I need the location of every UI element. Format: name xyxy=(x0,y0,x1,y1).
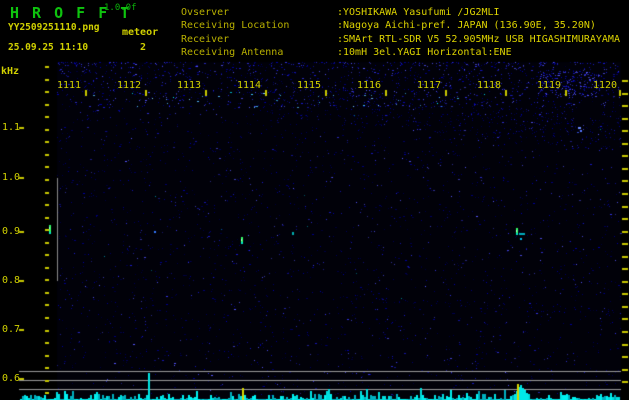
station-info-value: :Nagoya Aichi-pref. JAPAN (136.90E, 35.2… xyxy=(337,20,596,32)
station-info-label: Receiving Antenna xyxy=(181,46,284,58)
x-tick-label: 1120 xyxy=(593,80,618,91)
x-tick-label: 1117 xyxy=(417,80,442,91)
y-axis-unit-label: kHz xyxy=(1,66,20,77)
x-tick-label: 1113 xyxy=(177,80,202,91)
observation-datetime: 25.09.25 11:10 xyxy=(8,42,89,53)
station-info-row: Ovserver :YOSHIKAWA Yasufumi /JG2MLI xyxy=(181,7,629,20)
station-info-block: Ovserver :YOSHIKAWA Yasufumi /JG2MLI Recei… xyxy=(181,7,629,63)
y-tick-label: 0.7 xyxy=(2,324,21,335)
y-tick-label: 1.0 xyxy=(2,172,21,183)
y-tick-label: 0.9 xyxy=(2,226,21,237)
x-tick-label: 1114 xyxy=(237,80,262,91)
station-info-row: Receiving Location :Nagoya Aichi-pref. JA… xyxy=(181,20,629,33)
meteor-count-value: 2 xyxy=(140,42,147,53)
hrofft-window: H R O F F T 1.0.0f YY2509251110.png mete… xyxy=(0,0,629,400)
y-tick-label: 0.8 xyxy=(2,275,21,286)
station-info-label: Ovserver xyxy=(181,7,230,18)
x-tick-label: 1111 xyxy=(57,80,82,91)
x-tick-label: 1112 xyxy=(117,80,142,91)
station-info-value: :SMArt RTL-SDR V5 52.905MHz USB HIGASHIM… xyxy=(337,33,620,45)
station-info-row: Receiving Antenna :10mH 3el.YAGI Horizont… xyxy=(181,47,629,60)
x-tick-label: 1118 xyxy=(477,80,502,91)
station-info-row: Receiver :SMArt RTL-SDR V5 52.905MHz USB … xyxy=(181,34,629,47)
station-info-value: :YOSHIKAWA Yasufumi /JG2MLI xyxy=(337,7,500,18)
meteor-count-label: meteor xyxy=(122,27,159,38)
x-tick-label: 1116 xyxy=(357,80,382,91)
x-tick-label: 1119 xyxy=(537,80,562,91)
y-tick-label: 0.6 xyxy=(2,373,21,384)
station-info-label: Receiving Location xyxy=(181,20,290,32)
y-tick-label: 1.1 xyxy=(2,122,21,133)
station-info-value: :10mH 3el.YAGI Horizontal:ENE xyxy=(337,46,512,58)
station-info-label: Receiver xyxy=(181,33,230,45)
x-tick-label: 1115 xyxy=(297,80,322,91)
app-version: 1.0.0f xyxy=(104,3,137,13)
output-filename: YY2509251110.png xyxy=(8,22,100,33)
